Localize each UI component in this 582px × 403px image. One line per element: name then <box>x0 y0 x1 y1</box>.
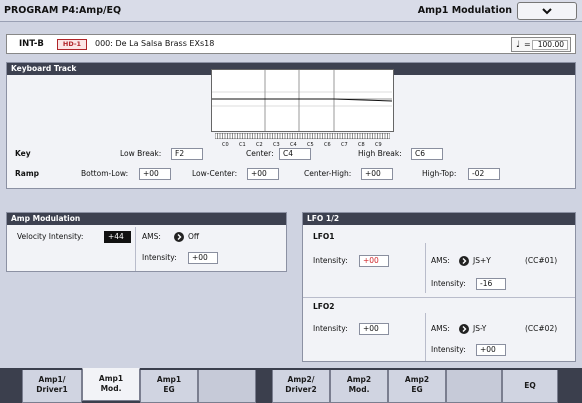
amp-intensity-label: Intensity: <box>142 253 177 262</box>
page-menu-button[interactable] <box>517 2 577 20</box>
center-label: Center: <box>246 149 274 158</box>
lfo1-intensity-label: Intensity: <box>313 256 348 265</box>
lfo2-cc: (CC#02) <box>525 324 558 333</box>
page-title: PROGRAM P4:Amp/EQ <box>4 5 122 16</box>
low-break-label: Low Break: <box>120 149 162 158</box>
lfo-header: LFO 1/2 <box>303 213 575 225</box>
lfo2-intensity-label: Intensity: <box>313 324 348 333</box>
amp-modulation-panel: Amp Modulation Velocity Intensity: +44 A… <box>6 212 287 272</box>
tab-amp2-eg[interactable]: Amp2 EG <box>388 370 446 403</box>
low-center-field[interactable]: +00 <box>247 168 279 180</box>
lfo1-intensity-field[interactable]: +00 <box>359 255 389 267</box>
lfo-separator <box>303 297 575 298</box>
velocity-intensity-field[interactable]: +44 <box>104 231 131 243</box>
keyboard-track-graph <box>211 69 394 132</box>
tab-amp2-driver2[interactable]: Amp2/ Driver2 <box>272 370 330 403</box>
high-top-label: High-Top: <box>422 169 457 178</box>
tab-empty <box>198 370 256 403</box>
tab-amp1-mod[interactable]: Amp1 Mod. <box>82 368 140 401</box>
tab-label-line1: Amp2 <box>404 375 430 384</box>
amp-modulation-header: Amp Modulation <box>7 213 286 225</box>
low-break-field[interactable]: F2 <box>171 148 203 160</box>
page-tabs: Amp1/ Driver1 Amp1 Mod. Amp1 EG Amp2/ Dr… <box>0 368 582 403</box>
lfo2-ams-value[interactable]: JS-Y <box>473 323 486 335</box>
title-bar: PROGRAM P4:Amp/EQ Amp1 Modulation <box>0 0 582 22</box>
tab-eq[interactable]: EQ <box>502 370 558 403</box>
amp-mod-divider <box>135 227 136 271</box>
lfo-panel: LFO 1/2 LFO1 Intensity: +00 AMS: JS+Y (C… <box>302 212 576 362</box>
program-bank: INT-B <box>19 39 44 49</box>
bottom-low-field[interactable]: +00 <box>139 168 171 180</box>
tempo-value[interactable]: 100.00 <box>532 40 568 50</box>
lfo1-ams-value[interactable]: JS+Y <box>473 255 491 267</box>
tab-label-line1: Amp1 <box>156 375 182 384</box>
lfo1-ams-intensity-field[interactable]: -16 <box>476 278 506 290</box>
lfo2-divider <box>425 313 426 361</box>
tab-amp1-eg[interactable]: Amp1 EG <box>140 370 198 403</box>
ams-label: AMS: <box>142 232 161 241</box>
lfo1-cc: (CC#01) <box>525 256 558 265</box>
tab-amp2-mod[interactable]: Amp2 Mod. <box>330 370 388 403</box>
tab-label-line2: Mod. <box>100 384 122 393</box>
center-high-field[interactable]: +00 <box>361 168 393 180</box>
amp-intensity-field[interactable]: +00 <box>188 252 218 264</box>
page-name: Amp1 Modulation <box>417 5 512 16</box>
lfo1-ams-select-icon[interactable] <box>459 256 469 268</box>
ams-value[interactable]: Off <box>188 231 199 243</box>
tab-empty <box>446 370 502 403</box>
high-top-field[interactable]: -02 <box>468 168 500 180</box>
lfo2-ams-label: AMS: <box>431 324 450 333</box>
octave-label: C6 <box>324 142 331 148</box>
chevron-down-icon <box>541 5 553 20</box>
lfo1-divider <box>425 243 426 293</box>
tempo-equals: = <box>524 40 531 49</box>
velocity-intensity-label: Velocity Intensity: <box>17 232 84 241</box>
tab-label-line2: EG <box>411 385 423 394</box>
tab-label-line1: Amp1 <box>98 374 124 383</box>
quarter-note-icon: ♩ <box>516 40 521 50</box>
tab-label-line1: Amp2 <box>346 375 372 384</box>
tab-amp1-driver1[interactable]: Amp1/ Driver1 <box>22 370 82 403</box>
center-field[interactable]: C4 <box>279 148 311 160</box>
high-break-field[interactable]: C6 <box>411 148 443 160</box>
tab-label-line1: Amp2/ <box>287 375 315 384</box>
keyboard-track-panel: Keyboard Track C0 C1 C2 C3 C4 C5 C6 C7 C… <box>6 62 576 189</box>
lfo1-ams-label: AMS: <box>431 256 450 265</box>
program-select-bar[interactable]: INT-B HD-1 000: De La Salsa Brass EXs18 … <box>6 34 576 54</box>
hd-badge: HD-1 <box>57 39 87 50</box>
lfo2-ams-intensity-label: Intensity: <box>431 345 466 354</box>
lfo2-intensity-field[interactable]: +00 <box>359 323 389 335</box>
mini-keyboard <box>214 132 391 140</box>
low-center-label: Low-Center: <box>192 169 238 178</box>
lfo1-ams-intensity-label: Intensity: <box>431 279 466 288</box>
lfo1-label: LFO1 <box>313 232 335 241</box>
tab-label-line2: Mod. <box>348 385 370 394</box>
center-high-label: Center-High: <box>304 169 352 178</box>
lfo2-label: LFO2 <box>313 302 335 311</box>
tab-label-line2: Driver2 <box>285 385 317 394</box>
bottom-low-label: Bottom-Low: <box>81 169 129 178</box>
tab-label-line2: EG <box>163 385 175 394</box>
tab-label-line1: EQ <box>524 381 536 390</box>
tab-label-line2: Driver1 <box>36 385 68 394</box>
lfo2-ams-intensity-field[interactable]: +00 <box>476 344 506 356</box>
lfo2-ams-select-icon[interactable] <box>459 324 469 336</box>
octave-label: C7 <box>341 142 348 148</box>
high-break-label: High Break: <box>358 149 402 158</box>
key-label: Key <box>15 149 31 158</box>
program-name[interactable]: 000: De La Salsa Brass EXs18 <box>95 39 214 48</box>
tempo-field[interactable]: ♩ = 100.00 <box>511 37 571 52</box>
ams-select-icon[interactable] <box>174 232 184 244</box>
octave-label: C0 <box>222 142 229 148</box>
tab-label-line1: Amp1/ <box>38 375 66 384</box>
octave-label: C1 <box>239 142 246 148</box>
ramp-label: Ramp <box>15 169 40 178</box>
